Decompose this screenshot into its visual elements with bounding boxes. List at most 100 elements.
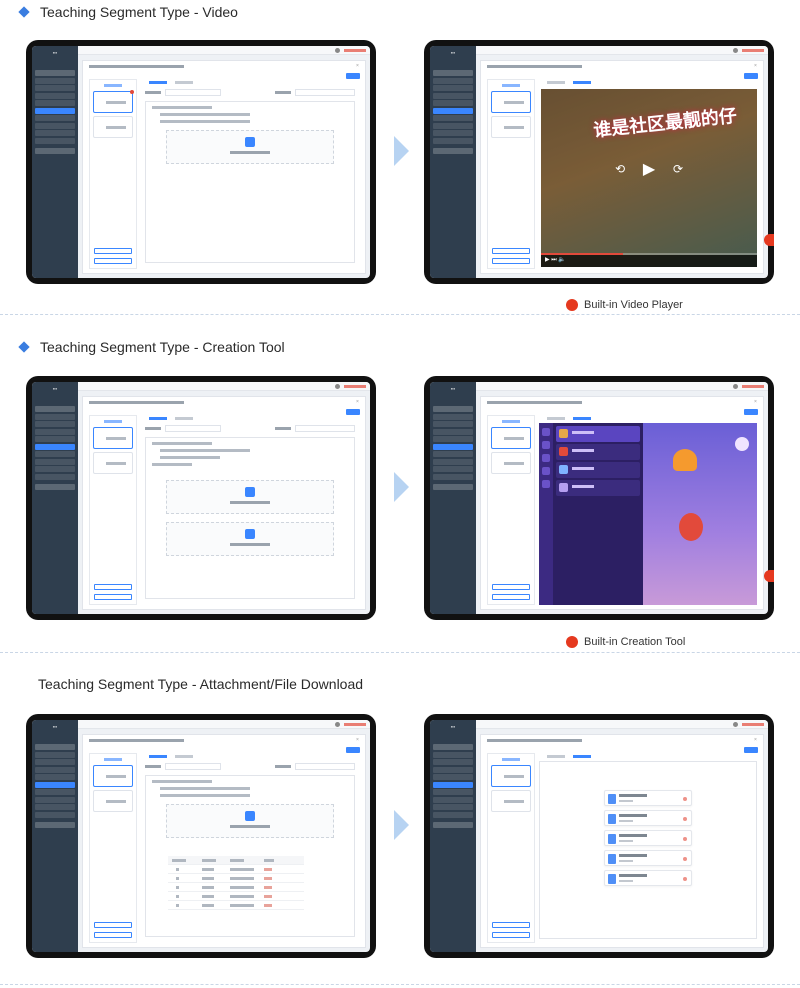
segment-name-input[interactable]	[165, 425, 221, 432]
video-player[interactable]: 谁是社区最靓的仔 ⟲ ▶ ⟳ ▶ ⏭ 🔈	[541, 89, 757, 267]
segment-card[interactable]	[93, 116, 133, 138]
sidebar-item[interactable]	[35, 451, 75, 457]
tool-button[interactable]	[542, 441, 550, 449]
segment-name-input[interactable]	[165, 763, 221, 770]
import-button[interactable]	[94, 932, 132, 938]
segment-type-select[interactable]	[295, 89, 355, 96]
segment-card[interactable]	[93, 790, 133, 812]
sidebar-item[interactable]	[35, 789, 75, 795]
file-item[interactable]	[604, 830, 692, 846]
segment-name-input[interactable]	[165, 89, 221, 96]
sidebar-item[interactable]	[433, 458, 473, 465]
tab-preview[interactable]	[175, 417, 193, 420]
segment-card[interactable]	[491, 765, 531, 787]
download-icon[interactable]	[683, 817, 687, 821]
sidebar-item[interactable]	[35, 428, 75, 435]
sidebar-item[interactable]	[433, 85, 473, 91]
tab-config[interactable]	[547, 417, 565, 420]
import-button[interactable]	[94, 258, 132, 264]
sidebar-item[interactable]	[433, 92, 473, 99]
sidebar-item[interactable]	[35, 796, 75, 803]
sidebar-item[interactable]	[35, 137, 75, 144]
sidebar-item[interactable]	[433, 70, 473, 76]
sidebar-item[interactable]	[35, 804, 75, 810]
sidebar-item[interactable]	[35, 85, 75, 91]
avatar[interactable]	[733, 722, 738, 727]
play-small-icon[interactable]: ▶ ⏭ 🔈	[545, 256, 566, 264]
tool-button[interactable]	[542, 428, 550, 436]
tab-config[interactable]	[149, 81, 167, 84]
logout-link[interactable]	[344, 384, 366, 388]
sidebar-item[interactable]	[433, 466, 473, 472]
logout-link[interactable]	[344, 48, 366, 52]
sidebar-item[interactable]	[433, 821, 473, 828]
close-icon[interactable]: ×	[754, 738, 758, 743]
sidebar-item[interactable]	[433, 436, 473, 442]
add-segment-button[interactable]	[492, 922, 530, 928]
sidebar-item[interactable]	[433, 421, 473, 427]
segment-card[interactable]	[93, 765, 133, 787]
tab-preview[interactable]	[175, 755, 193, 758]
sidebar-item[interactable]	[433, 406, 473, 412]
segment-card[interactable]	[491, 91, 531, 113]
add-segment-button[interactable]	[94, 248, 132, 254]
sidebar-item[interactable]	[433, 744, 473, 750]
sidebar-item[interactable]	[35, 751, 75, 758]
sidebar-item[interactable]	[433, 796, 473, 803]
tool-button[interactable]	[542, 454, 550, 462]
forward-icon[interactable]: ⟳	[673, 162, 683, 176]
sidebar-item-active[interactable]	[433, 107, 473, 114]
import-button[interactable]	[492, 594, 530, 600]
file-item[interactable]	[604, 790, 692, 806]
logout-link[interactable]	[742, 48, 764, 52]
avatar[interactable]	[733, 48, 738, 53]
sidebar-item[interactable]	[433, 130, 473, 136]
sprite-row[interactable]	[556, 426, 640, 442]
segment-card[interactable]	[93, 427, 133, 449]
upload-area[interactable]	[166, 522, 334, 556]
avatar[interactable]	[335, 48, 340, 53]
sidebar-item-active[interactable]	[433, 781, 473, 788]
sidebar-item[interactable]	[35, 483, 75, 490]
sidebar-item[interactable]	[433, 811, 473, 818]
sidebar-item[interactable]	[35, 406, 75, 412]
segment-card[interactable]	[491, 790, 531, 812]
segment-card[interactable]	[93, 452, 133, 474]
upload-area[interactable]	[166, 480, 334, 514]
sidebar-item[interactable]	[35, 70, 75, 76]
sidebar-item[interactable]	[35, 122, 75, 129]
avatar[interactable]	[335, 722, 340, 727]
close-icon[interactable]: ×	[754, 64, 758, 69]
sprite-robot[interactable]	[679, 513, 703, 541]
sidebar-item[interactable]	[433, 483, 473, 490]
tab-preview[interactable]	[573, 81, 591, 84]
sidebar-item[interactable]	[433, 804, 473, 810]
segment-type-select[interactable]	[295, 425, 355, 432]
sidebar-item[interactable]	[35, 766, 75, 773]
sidebar-item[interactable]	[35, 458, 75, 465]
sidebar-item[interactable]	[433, 759, 473, 765]
play-icon[interactable]: ▶	[643, 159, 655, 179]
sidebar-item[interactable]	[35, 115, 75, 121]
sidebar-item[interactable]	[35, 759, 75, 765]
sidebar-item-active[interactable]	[35, 107, 75, 114]
logout-link[interactable]	[344, 722, 366, 726]
sidebar-item[interactable]	[35, 436, 75, 442]
segment-card[interactable]	[491, 116, 531, 138]
upload-area[interactable]	[166, 804, 334, 838]
sidebar-item[interactable]	[433, 137, 473, 144]
logout-link[interactable]	[742, 722, 764, 726]
sprite-row[interactable]	[556, 480, 640, 496]
sidebar-item[interactable]	[433, 122, 473, 129]
avatar[interactable]	[733, 384, 738, 389]
segment-tab[interactable]	[104, 84, 122, 87]
sidebar-item[interactable]	[35, 473, 75, 480]
sidebar-item[interactable]	[433, 766, 473, 773]
sidebar-item[interactable]	[433, 751, 473, 758]
tab-config[interactable]	[547, 81, 565, 84]
close-icon[interactable]: ×	[356, 400, 360, 405]
segment-card[interactable]	[491, 452, 531, 474]
segment-card[interactable]	[491, 427, 531, 449]
sidebar-item[interactable]	[35, 744, 75, 750]
sidebar-item[interactable]	[35, 92, 75, 99]
